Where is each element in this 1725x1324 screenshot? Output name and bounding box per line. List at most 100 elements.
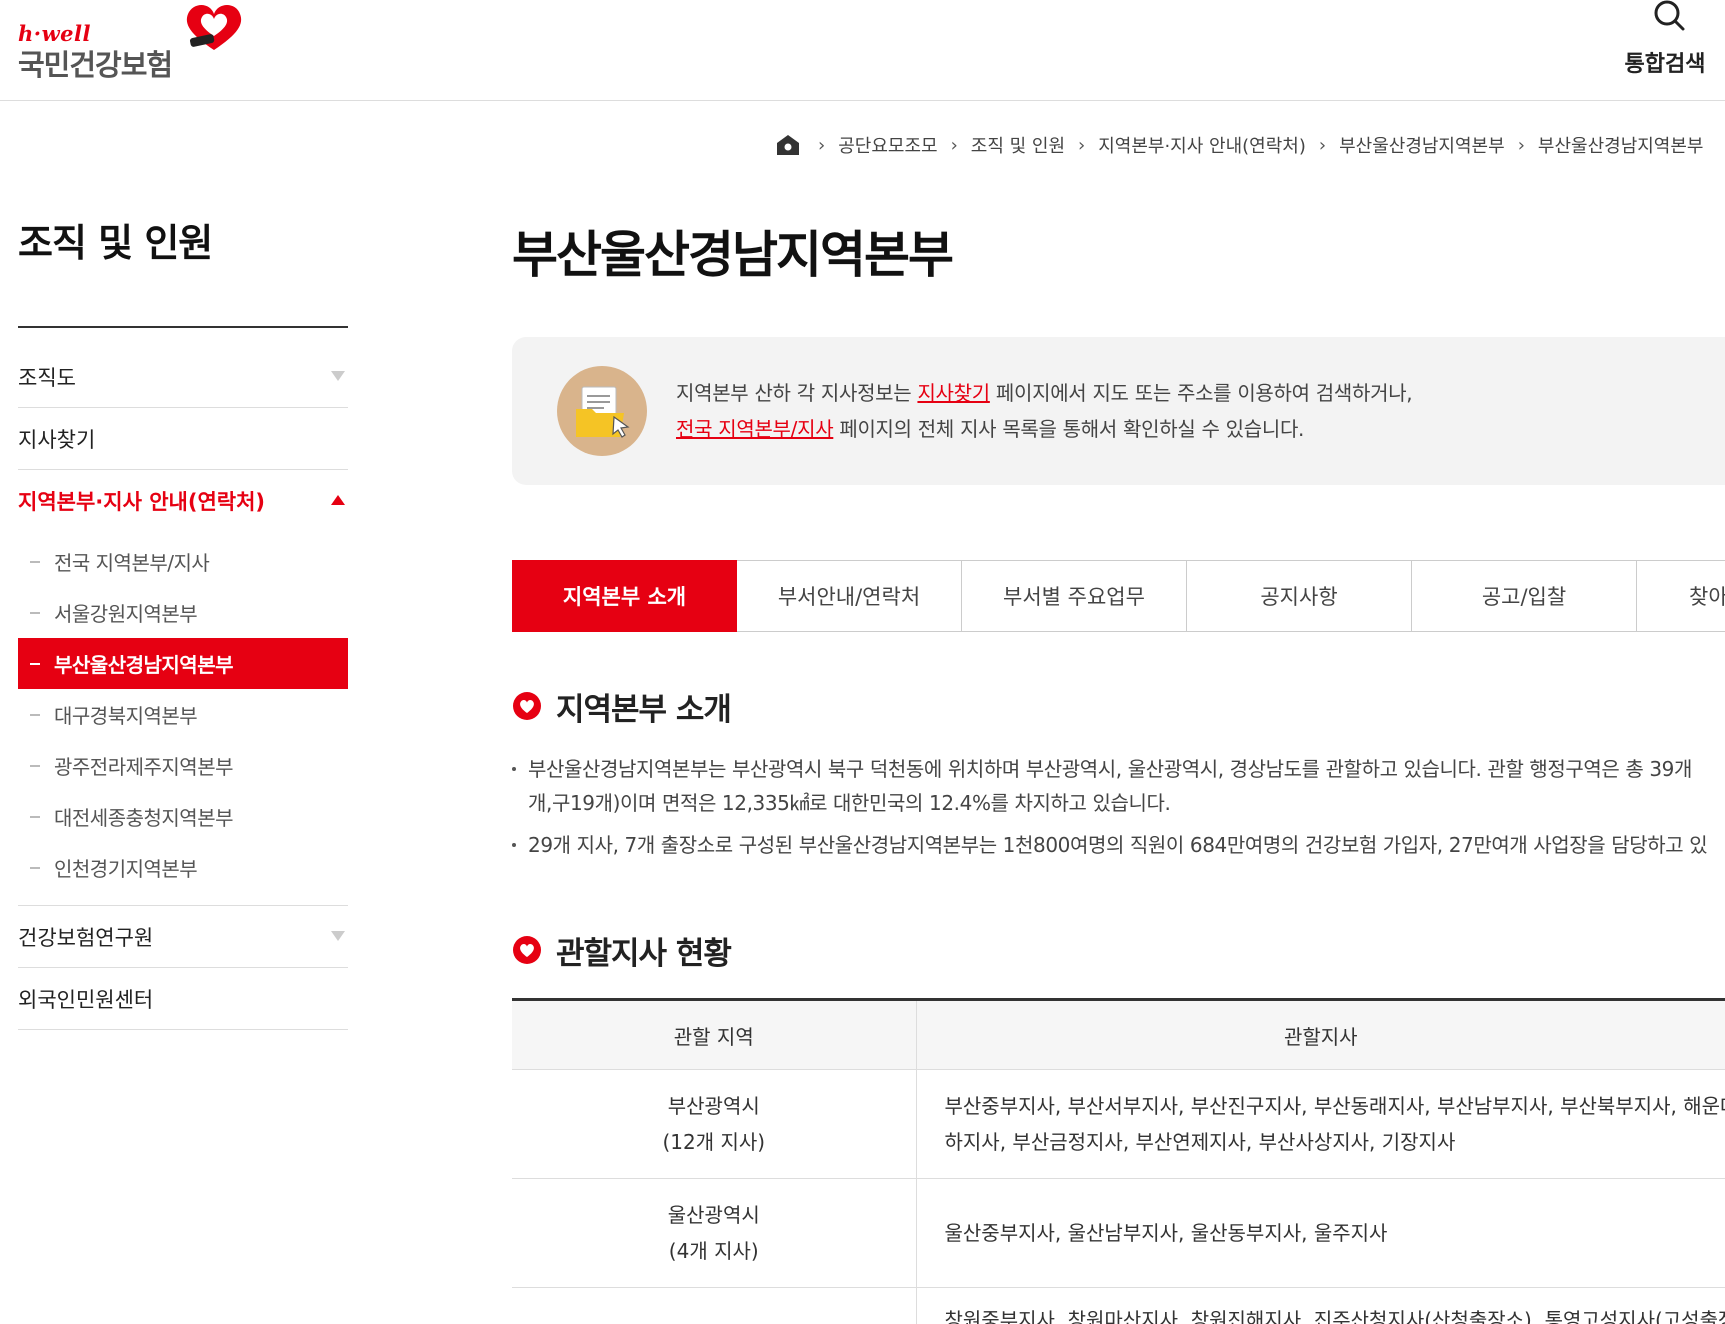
- table-cell-region: 부산광역시 (12개 지사): [512, 1069, 917, 1179]
- sidebar-divider: [18, 326, 348, 328]
- sidebar-title: 조직 및 인원: [18, 221, 213, 265]
- dash-icon: [30, 713, 40, 716]
- tab-regional-intro[interactable]: 지역본부 소개: [512, 560, 737, 632]
- branches-text: 창원중부지사, 창원마산지사, 창원진해지사, 진주산청지사(산청출장소), 통…: [944, 1308, 1725, 1324]
- tab-department-duties[interactable]: 부서별 주요업무: [962, 560, 1187, 632]
- logo-text: 국민건강보험: [18, 48, 173, 82]
- chevron-right-icon: ›: [1517, 134, 1525, 156]
- nationwide-offices-link[interactable]: 전국 지역본부/지사: [676, 417, 834, 441]
- branches-text: 부산중부지사, 부산서부지사, 부산진구지사, 부산동래지사, 부산남부지사, …: [944, 1094, 1725, 1118]
- chevron-right-icon: ›: [1318, 134, 1327, 156]
- sidebar-item-org-chart[interactable]: 조직도: [18, 346, 348, 408]
- section-title-text: 지역본부 소개: [556, 691, 732, 728]
- sidebar-item-label: 지사찾기: [18, 427, 96, 452]
- sidebar-subitem-label: 전국 지역본부/지사: [54, 551, 210, 575]
- table-cell-branches: 울산중부지사, 울산남부지사, 울산동부지사, 울주지사: [916, 1178, 1725, 1288]
- heart-bullet-icon: [513, 692, 541, 720]
- sidebar-item-research-institute[interactable]: 건강보험연구원: [18, 906, 348, 968]
- breadcrumb-item[interactable]: 조직 및 인원: [971, 132, 1065, 158]
- table-row: 울산광역시 (4개 지사) 울산중부지사, 울산남부지사, 울산동부지사, 울주…: [512, 1178, 1725, 1288]
- chevron-right-icon: ›: [950, 134, 958, 156]
- breadcrumb-item-current[interactable]: 부산울산경남지역본부: [1538, 132, 1704, 158]
- sidebar-subitem-label: 광주전라제주지역본부: [54, 755, 234, 779]
- table-cell-branches: 부산중부지사, 부산서부지사, 부산진구지사, 부산동래지사, 부산남부지사, …: [916, 1069, 1725, 1179]
- section-title-branches: 관할지사 현황: [512, 930, 732, 972]
- info-text: 지역본부 산하 각 지사정보는 지사찾기 페이지에서 지도 또는 주소를 이용하…: [676, 375, 1413, 447]
- sidebar-subitem-incheon-gyeonggi[interactable]: 인천경기지역본부: [18, 842, 348, 893]
- region-count: (12개 지사): [662, 1130, 766, 1154]
- table-row: 창원중부지사, 창원마산지사, 창원진해지사, 진주산청지사(산청출장소), 통…: [512, 1287, 1725, 1324]
- info-box: 지역본부 산하 각 지사정보는 지사찾기 페이지에서 지도 또는 주소를 이용하…: [512, 337, 1725, 485]
- breadcrumb-item[interactable]: 부산울산경남지역본부: [1339, 132, 1505, 158]
- branches-text: 하지사, 부산금정지사, 부산연제지사, 부산사상지사, 기장지사: [944, 1130, 1456, 1154]
- sidebar-subitem-label: 서울강원지역본부: [54, 602, 198, 626]
- home-icon[interactable]: [775, 133, 801, 157]
- sidebar-subitem-label: 대전세종충청지역본부: [54, 806, 234, 830]
- sidebar-item-label: 외국인민원센터: [18, 987, 154, 1012]
- breadcrumb: › 공단요모조모 › 조직 및 인원 › 지역본부·지사 안내(연락처) › 부…: [775, 132, 1704, 158]
- tab-department-contacts[interactable]: 부서안내/연락처: [737, 560, 962, 632]
- table-cell-branches: 창원중부지사, 창원마산지사, 창원진해지사, 진주산청지사(산청출장소), 통…: [916, 1287, 1725, 1324]
- sidebar-subitem-label: 대구경북지역본부: [54, 704, 198, 728]
- info-text-part: 페이지에서 지도 또는 주소를 이용하여 검색하거나,: [989, 381, 1413, 405]
- sidebar-item-label: 건강보험연구원: [18, 925, 154, 950]
- tab-notices[interactable]: 공지사항: [1187, 560, 1412, 632]
- dash-icon: [30, 764, 40, 767]
- list-item: 부산울산경남지역본부는 부산광역시 북구 덕천동에 위치하며 부산광역시, 울산…: [512, 752, 1725, 820]
- sidebar-item-label: 조직도: [18, 365, 76, 390]
- section-title-text: 관할지사 현황: [556, 935, 732, 972]
- breadcrumb-item[interactable]: 지역본부·지사 안내(연락처): [1098, 132, 1306, 158]
- sidebar-subitem-gwangju-jeolla-jeju[interactable]: 광주전라제주지역본부: [18, 740, 348, 791]
- sidebar-submenu: 전국 지역본부/지사 서울강원지역본부 부산울산경남지역본부 대구경북지역본부 …: [18, 532, 348, 906]
- table-cell-region: [512, 1287, 917, 1324]
- integrated-search-button[interactable]: 통합검색: [1610, 0, 1720, 80]
- sidebar-subitem-label: 부산울산경남지역본부: [54, 653, 234, 677]
- page-title: 부산울산경남지역본부: [512, 226, 954, 284]
- sidebar-subitem-busan-ulsan-gyeongnam[interactable]: 부산울산경남지역본부: [18, 638, 348, 689]
- section-title-intro: 지역본부 소개: [512, 686, 732, 728]
- sidebar-subitem-seoul-gangwon[interactable]: 서울강원지역본부: [18, 587, 348, 638]
- sidebar-subitem-daejeon-sejong-chungcheong[interactable]: 대전세종충청지역본부: [18, 791, 348, 842]
- sidebar-menu: 조직도 지사찾기 지역본부·지사 안내(연락처) 전국 지역본부/지사 서울강원…: [18, 346, 348, 1030]
- sidebar-item-label: 지역본부·지사 안내(연락처): [18, 490, 266, 514]
- dash-icon: [30, 815, 40, 818]
- dash-icon: [30, 560, 40, 563]
- branch-finder-link[interactable]: 지사찾기: [917, 381, 990, 405]
- table-cell-region: 울산광역시 (4개 지사): [512, 1178, 917, 1288]
- sidebar-subitem-daegu-gyeongbuk[interactable]: 대구경북지역본부: [18, 689, 348, 740]
- triangle-down-icon: [331, 371, 345, 381]
- region-name: 울산광역시: [667, 1203, 760, 1227]
- info-text-part: 페이지의 전체 지사 목록을 통해서 확인하실 수 있습니다.: [833, 417, 1305, 441]
- bullet-text: 29개 지사, 7개 출장소로 구성된 부산울산경남지역본부는 1천800여명의…: [528, 833, 1708, 857]
- branches-text: 울산중부지사, 울산남부지사, 울산동부지사, 울주지사: [944, 1221, 1388, 1245]
- sidebar-item-foreigner-center[interactable]: 외국인민원센터: [18, 968, 348, 1030]
- search-icon: [1654, 0, 1685, 31]
- search-label: 통합검색: [1624, 52, 1706, 77]
- sidebar-subitem-label: 인천경기지역본부: [54, 857, 198, 881]
- list-item: 29개 지사, 7개 출장소로 구성된 부산울산경남지역본부는 1천800여명의…: [512, 828, 1725, 862]
- breadcrumb-item[interactable]: 공단요모조모: [838, 132, 937, 158]
- tab-directions[interactable]: 찾아: [1637, 560, 1725, 632]
- triangle-up-icon: [331, 495, 345, 505]
- heart-bullet-icon: [513, 936, 541, 964]
- dash-icon: [30, 611, 40, 614]
- bullet-text: 개,구19개)이며 면적은 12,335㎢로 대한민국의 12.4%를 차지하고…: [528, 791, 1171, 815]
- chevron-right-icon: ›: [1078, 134, 1086, 156]
- dash-icon: [30, 866, 40, 869]
- table-row: 부산광역시 (12개 지사) 부산중부지사, 부산서부지사, 부산진구지사, 부…: [512, 1069, 1725, 1179]
- bullet-text: 부산울산경남지역본부는 부산광역시 북구 덕천동에 위치하며 부산광역시, 울산…: [528, 757, 1692, 781]
- table-header-row: 관할 지역 관할지사: [512, 999, 1725, 1070]
- region-name: 부산광역시: [667, 1094, 760, 1118]
- sidebar-item-regional-offices[interactable]: 지역본부·지사 안내(연락처): [18, 470, 348, 532]
- sidebar-item-branch-finder[interactable]: 지사찾기: [18, 408, 348, 470]
- chevron-right-icon: ›: [818, 134, 826, 156]
- intro-bullets: 부산울산경남지역본부는 부산광역시 북구 덕천동에 위치하며 부산광역시, 울산…: [512, 752, 1725, 862]
- site-header: h·well 국민건강보험 통합검색: [0, 0, 1725, 101]
- dash-icon: [30, 662, 40, 665]
- tab-bids[interactable]: 공고/입찰: [1412, 560, 1637, 632]
- branch-table: 관할 지역 관할지사 부산광역시 (12개 지사) 부산중부지사, 부산서부지사…: [512, 998, 1725, 1324]
- sidebar-subitem-nationwide[interactable]: 전국 지역본부/지사: [18, 536, 348, 587]
- table-header-branches: 관할지사: [916, 999, 1725, 1070]
- heart-logo-icon: [186, 5, 242, 50]
- site-logo[interactable]: h·well 국민건강보험: [18, 2, 242, 82]
